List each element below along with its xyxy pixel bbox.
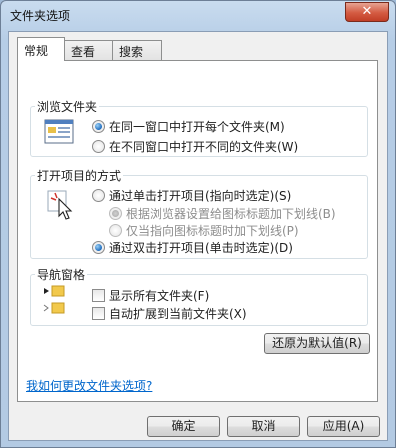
underline-point-option: 仅当指向图标标题时加下划线(P): [109, 222, 299, 239]
underline-point-radio: [109, 224, 122, 237]
tab-view-label: 查看: [71, 45, 96, 59]
auto-expand-label: 自动扩展到当前文件夹(X): [109, 307, 247, 321]
ok-button[interactable]: 确定: [147, 416, 220, 437]
title-bar[interactable]: 文件夹选项 ✕: [1, 1, 395, 29]
underline-browser-option: 根据浏览器设置给图标标题加下划线(B): [109, 205, 336, 222]
tab-search-label: 搜索: [119, 45, 144, 59]
dialog-body: 常规 查看 搜索 浏览文件夹 在同一窗口中打开每个文件夹(M) 在不同窗口中打开…: [8, 31, 388, 441]
folder-options-dialog: 文件夹选项 ✕ 常规 查看 搜索 浏览文件夹 在同一窗口中打开每个文件夹(M) …: [0, 0, 396, 448]
tab-search[interactable]: 搜索: [112, 40, 162, 60]
same-window-option[interactable]: 在同一窗口中打开每个文件夹(M): [92, 118, 285, 135]
general-tab-panel: 浏览文件夹 在同一窗口中打开每个文件夹(M) 在不同窗口中打开不同的文件夹(W): [17, 60, 378, 402]
underline-point-label: 仅当指向图标标题时加下划线(P): [126, 224, 299, 238]
same-window-radio[interactable]: [92, 120, 105, 133]
double-click-radio[interactable]: [92, 241, 105, 254]
auto-expand-checkbox[interactable]: [92, 307, 105, 320]
folder-tree-icon: [43, 285, 65, 314]
close-icon: ✕: [361, 4, 373, 19]
tab-view[interactable]: 查看: [64, 40, 113, 60]
apply-button[interactable]: 应用(A): [307, 416, 380, 437]
single-click-label: 通过单击打开项目(指向时选定)(S): [109, 189, 292, 203]
double-click-option[interactable]: 通过双击打开项目(单击时选定)(D): [92, 239, 293, 256]
restore-defaults-button[interactable]: 还原为默认值(R): [264, 333, 370, 354]
ok-label: 确定: [171, 419, 196, 433]
single-click-radio[interactable]: [92, 189, 105, 202]
new-window-label: 在不同窗口中打开不同的文件夹(W): [109, 140, 299, 154]
underline-browser-label: 根据浏览器设置给图标标题加下划线(B): [126, 207, 336, 221]
cancel-label: 取消: [251, 419, 276, 433]
single-click-option[interactable]: 通过单击打开项目(指向时选定)(S): [92, 187, 291, 204]
underline-browser-radio: [109, 207, 122, 220]
browse-folders-legend: 浏览文件夹: [37, 100, 98, 114]
close-button[interactable]: ✕: [345, 2, 389, 22]
same-window-icon: [44, 119, 74, 144]
show-all-folders-label: 显示所有文件夹(F): [109, 289, 210, 303]
nav-pane-legend: 导航窗格: [37, 268, 86, 282]
click-items-legend: 打开项目的方式: [37, 169, 122, 183]
same-window-label: 在同一窗口中打开每个文件夹(M): [109, 120, 285, 134]
show-all-folders-option[interactable]: 显示所有文件夹(F): [92, 287, 209, 304]
tab-general[interactable]: 常规: [17, 37, 65, 61]
click-cursor-icon: [47, 190, 73, 220]
double-click-label: 通过双击打开项目(单击时选定)(D): [109, 241, 293, 255]
show-all-folders-checkbox[interactable]: [92, 289, 105, 302]
auto-expand-option[interactable]: 自动扩展到当前文件夹(X): [92, 305, 247, 322]
restore-defaults-label: 还原为默认值(R): [272, 336, 362, 350]
tab-general-label: 常规: [24, 44, 49, 58]
new-window-radio[interactable]: [92, 140, 105, 153]
apply-label: 应用(A): [322, 419, 365, 433]
help-link[interactable]: 我如何更改文件夹选项?: [26, 377, 152, 394]
cancel-button[interactable]: 取消: [227, 416, 300, 437]
window-title: 文件夹选项: [10, 9, 71, 23]
new-window-option[interactable]: 在不同窗口中打开不同的文件夹(W): [92, 138, 298, 155]
